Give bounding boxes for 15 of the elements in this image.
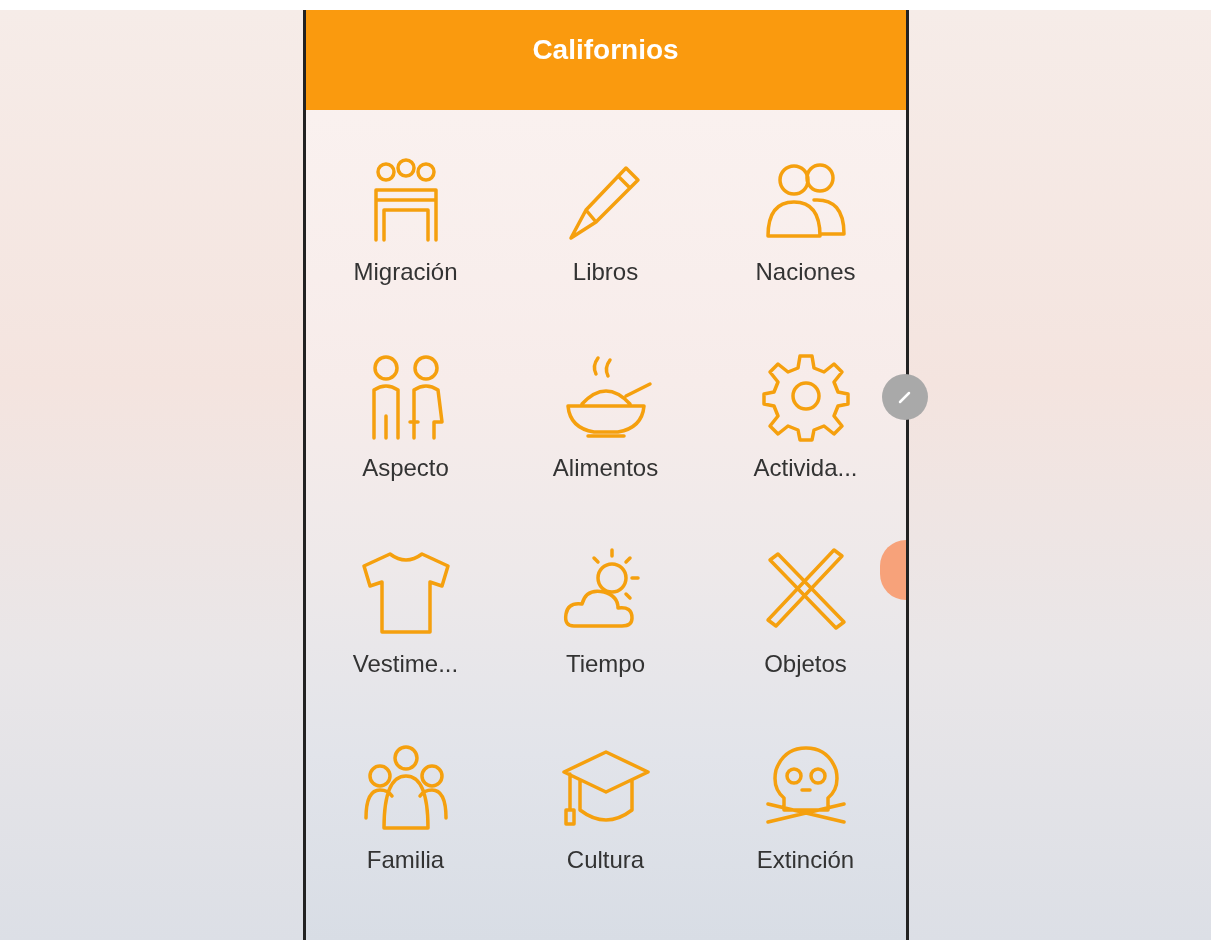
floating-button[interactable] (879, 540, 906, 600)
category-label[interactable]: Activida... (753, 454, 858, 482)
category-label[interactable]: Familia (366, 846, 445, 874)
app-title: Californios (532, 34, 679, 66)
category-label[interactable]: Objetos (764, 650, 847, 678)
category-label[interactable]: Alimentos (552, 454, 659, 482)
category-label[interactable]: Naciones (755, 258, 856, 286)
category-label[interactable]: Aspecto (362, 454, 449, 482)
category-label[interactable]: Vestime... (352, 650, 459, 678)
category-label[interactable]: Cultura (566, 846, 645, 874)
category-label[interactable]: Extinción (756, 846, 855, 874)
category-label[interactable]: Tiempo (565, 650, 646, 678)
edit-button[interactable] (881, 374, 928, 420)
category-label[interactable]: Libros (572, 258, 639, 286)
category-label[interactable]: Migración (353, 258, 458, 286)
